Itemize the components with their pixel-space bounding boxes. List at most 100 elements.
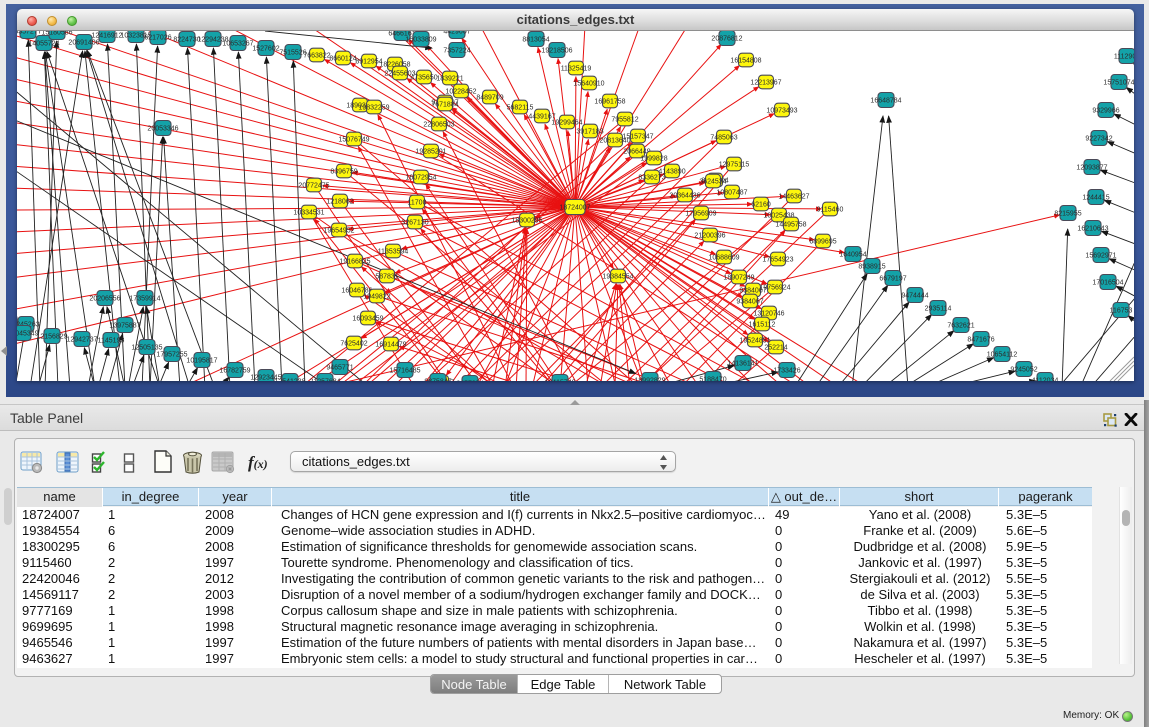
svg-text:7625402: 7625402	[340, 341, 367, 348]
svg-text:17956909: 17956909	[685, 211, 716, 218]
svg-text:9384067: 9384067	[736, 299, 763, 306]
svg-text:8471676: 8471676	[967, 337, 994, 344]
svg-text:8215955: 8215955	[1054, 211, 1081, 218]
svg-text:6357277: 6357277	[17, 31, 42, 36]
svg-text:587831: 587831	[375, 274, 398, 281]
svg-text:18724007: 18724007	[559, 205, 590, 212]
svg-text:7357224: 7357224	[443, 48, 470, 55]
svg-text:19524851: 19524851	[739, 338, 770, 345]
svg-text:8938915: 8938915	[858, 264, 885, 271]
svg-text:16093459: 16093459	[352, 316, 383, 323]
svg-text:16914479: 16914479	[375, 342, 406, 349]
svg-text:1218062: 1218062	[326, 199, 353, 206]
svg-text:9465771: 9465771	[326, 365, 353, 372]
svg-text:8813054: 8813054	[522, 37, 549, 44]
svg-text:17654923: 17654923	[762, 257, 793, 264]
svg-text:20691406: 20691406	[68, 40, 99, 47]
svg-text:10973493: 10973493	[766, 108, 797, 115]
svg-text:15180586: 15180586	[41, 31, 72, 37]
svg-text:20206556: 20206556	[89, 296, 120, 303]
svg-text:1615112: 1615112	[749, 322, 776, 329]
svg-text:12416912: 12416912	[91, 33, 122, 40]
svg-text:11353594: 11353594	[378, 249, 409, 256]
svg-text:12093877: 12093877	[1076, 165, 1107, 172]
svg-text:252214: 252214	[764, 345, 787, 352]
svg-text:12156829: 12156829	[36, 334, 67, 341]
svg-text:7663822: 7663822	[303, 53, 330, 60]
svg-text:1999828: 1999828	[640, 156, 667, 163]
svg-text:11700: 11700	[408, 200, 427, 207]
svg-text:3917183: 3917183	[576, 129, 603, 136]
svg-text:10653267: 10653267	[222, 41, 253, 48]
svg-text:15076749: 15076749	[338, 137, 369, 144]
svg-text:19166825: 19166825	[339, 259, 370, 266]
svg-text:19299464: 19299464	[551, 120, 582, 127]
svg-text:16210643: 16210643	[1077, 226, 1108, 233]
svg-text:19285201: 19285201	[415, 149, 446, 156]
svg-text:16648784: 16648784	[870, 98, 901, 105]
svg-text:13120746: 13120746	[753, 311, 784, 318]
svg-text:10688609: 10688609	[708, 255, 739, 262]
svg-text:3267130: 3267130	[401, 220, 428, 227]
svg-text:14463627: 14463627	[778, 194, 809, 201]
svg-text:9115460: 9115460	[817, 207, 844, 214]
svg-text:10334531: 10334531	[293, 210, 324, 217]
svg-text:17016504: 17016504	[1092, 280, 1123, 287]
svg-text:9245052: 9245052	[1010, 367, 1037, 374]
svg-text:15640910: 15640910	[573, 81, 604, 88]
svg-text:1839221: 1839221	[436, 76, 463, 83]
svg-text:8489709: 8489709	[476, 95, 503, 102]
svg-text:1527602: 1527602	[252, 46, 279, 53]
svg-text:6217026: 6217026	[144, 35, 171, 42]
svg-text:8336273: 8336273	[638, 175, 665, 182]
svg-text:14495758: 14495758	[775, 222, 806, 229]
svg-text:16033809: 16033809	[405, 37, 436, 44]
svg-text:11325419: 11325419	[561, 66, 592, 73]
svg-text:14055724: 14055724	[28, 41, 59, 48]
svg-text:20876812: 20876812	[711, 36, 742, 43]
svg-text:3624534: 3624534	[699, 179, 726, 186]
svg-text:22806503: 22806503	[423, 122, 454, 129]
svg-text:1640954: 1640954	[839, 252, 866, 259]
svg-text:21200396: 21200396	[694, 233, 725, 240]
svg-text:4735650: 4735650	[410, 75, 437, 82]
svg-text:16961758: 16961758	[594, 99, 625, 106]
svg-text:116753: 116753	[1110, 308, 1133, 315]
svg-text:8660124: 8660124	[329, 56, 356, 63]
svg-text:10195817: 10195817	[186, 358, 217, 365]
svg-text:18907249: 18907249	[723, 275, 754, 282]
svg-text:12213967: 12213967	[750, 80, 781, 87]
svg-text:15716485: 15716485	[389, 368, 420, 375]
svg-text:12942737: 12942737	[66, 337, 97, 344]
svg-text:1244415: 1244415	[1082, 195, 1109, 202]
svg-text:7955812: 7955812	[611, 117, 638, 124]
svg-text:19832259: 19832259	[358, 105, 389, 112]
svg-text:8396759: 8396759	[330, 169, 357, 176]
svg-text:15157347: 15157347	[622, 134, 653, 141]
svg-text:9384067: 9384067	[739, 288, 766, 295]
svg-text:5188470: 5188470	[699, 377, 726, 382]
svg-text:17359914: 17359914	[129, 296, 160, 303]
svg-text:9875847: 9875847	[424, 379, 451, 382]
svg-text:6679197: 6679197	[879, 276, 906, 283]
svg-text:10654112: 10654112	[987, 352, 1018, 359]
svg-text:15692971: 15692971	[1085, 253, 1116, 260]
svg-text:16782759: 16782759	[219, 368, 250, 375]
svg-text:4429607: 4429607	[443, 31, 470, 36]
svg-text:19384554: 19384554	[602, 274, 633, 281]
svg-text:7485063: 7485063	[710, 135, 737, 142]
svg-text:1145193: 1145193	[98, 338, 125, 345]
svg-text:6899695: 6899695	[809, 239, 836, 246]
svg-text:4112034: 4112034	[1032, 378, 1059, 382]
svg-text:12975115: 12975115	[719, 162, 750, 169]
svg-text:13975887: 13975887	[109, 323, 140, 330]
svg-text:2457954: 2457954	[456, 381, 483, 382]
svg-text:2935114: 2935114	[925, 306, 952, 313]
svg-text:18992829: 18992829	[634, 378, 665, 382]
svg-text:10807487: 10807487	[716, 190, 747, 197]
svg-text:19218506: 19218506	[541, 48, 572, 55]
svg-text:10228452: 10228452	[445, 89, 476, 96]
svg-text:21257684: 21257684	[309, 379, 340, 382]
svg-text:9227342: 9227342	[1085, 136, 1112, 143]
svg-text:15751074: 15751074	[1103, 80, 1134, 87]
